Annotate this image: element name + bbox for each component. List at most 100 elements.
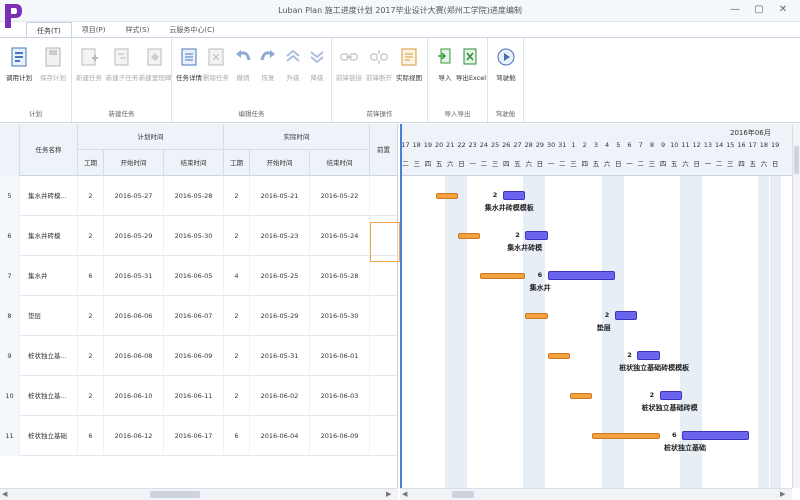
actual-bar[interactable] bbox=[525, 231, 548, 240]
table-hscrollbar[interactable]: ◀ ▶ bbox=[0, 488, 398, 500]
plan-bar[interactable] bbox=[435, 193, 458, 199]
task-name-cell[interactable]: 桩状独立基... bbox=[20, 336, 78, 376]
plan-duration-cell[interactable]: 2 bbox=[78, 216, 104, 256]
front-cell[interactable] bbox=[370, 296, 397, 336]
plan-end-cell[interactable]: 2016-06-17 bbox=[164, 416, 224, 456]
plan-start-cell[interactable]: 2016-05-29 bbox=[104, 216, 164, 256]
actual-end-cell[interactable]: 2016-06-01 bbox=[310, 336, 370, 376]
actual-bar[interactable] bbox=[637, 351, 660, 360]
actual-duration-header[interactable]: 工期 bbox=[224, 150, 250, 176]
plan-end-cell[interactable]: 2016-05-30 bbox=[164, 216, 224, 256]
actual-start-cell[interactable]: 2016-05-23 bbox=[250, 216, 310, 256]
actual-duration-cell[interactable]: 4 bbox=[224, 256, 250, 296]
row-number[interactable]: 8 bbox=[0, 296, 20, 336]
new-milestone-button[interactable]: 新建里程碑 bbox=[138, 46, 172, 82]
plan-start-cell[interactable]: 2016-06-06 bbox=[104, 296, 164, 336]
actual-start-header[interactable]: 开始时间 bbox=[250, 150, 310, 176]
scroll-left-icon[interactable]: ◀ bbox=[2, 490, 7, 498]
task-name-cell[interactable]: 桩状独立基... bbox=[20, 376, 78, 416]
export-excel-button[interactable]: 导出Excel bbox=[454, 46, 488, 82]
front-header[interactable]: 前置 bbox=[370, 124, 397, 176]
plan-start-cell[interactable]: 2016-06-12 bbox=[104, 416, 164, 456]
task-name-cell[interactable]: 垫层 bbox=[20, 296, 78, 336]
row-number[interactable]: 11 bbox=[0, 416, 20, 456]
actual-duration-cell[interactable]: 2 bbox=[224, 296, 250, 336]
actual-start-cell[interactable]: 2016-05-25 bbox=[250, 256, 310, 296]
actual-view-button[interactable]: 实际视图 bbox=[392, 46, 426, 82]
tab-cloud-center[interactable]: 云服务中心(C) bbox=[159, 22, 224, 38]
table-row[interactable]: 7 集水井 6 2016-05-31 2016-06-05 4 2016-05-25 2016… bbox=[0, 256, 397, 296]
new-task-button[interactable]: 新建任务 bbox=[72, 46, 106, 82]
new-subtask-button[interactable]: 新建子任务 bbox=[105, 46, 139, 82]
actual-duration-cell[interactable]: 2 bbox=[224, 376, 250, 416]
plan-start-header[interactable]: 开始时间 bbox=[104, 150, 164, 176]
tab-project[interactable]: 项目(P) bbox=[72, 22, 116, 38]
downgrade-button[interactable]: 降级 bbox=[300, 46, 334, 82]
actual-bar[interactable] bbox=[682, 431, 750, 440]
actual-end-header[interactable]: 结束时间 bbox=[310, 150, 370, 176]
row-number[interactable]: 10 bbox=[0, 376, 20, 416]
plan-start-cell[interactable]: 2016-06-10 bbox=[104, 376, 164, 416]
actual-bar[interactable] bbox=[659, 391, 682, 400]
actual-start-cell[interactable]: 2016-06-04 bbox=[250, 416, 310, 456]
plan-bar[interactable] bbox=[570, 393, 593, 399]
actual-bar[interactable] bbox=[614, 311, 638, 320]
table-row[interactable]: 6 集水井砖模 2 2016-05-29 2016-05-30 2 2016-05-23 20… bbox=[0, 216, 397, 256]
actual-duration-cell[interactable]: 2 bbox=[224, 176, 250, 216]
actual-end-cell[interactable]: 2016-05-30 bbox=[310, 296, 370, 336]
front-cell[interactable] bbox=[370, 336, 397, 376]
front-unlink-button[interactable]: 前锋断开 bbox=[362, 46, 396, 82]
actual-bar[interactable] bbox=[502, 191, 526, 200]
plan-end-cell[interactable]: 2016-06-05 bbox=[164, 256, 224, 296]
plan-duration-header[interactable]: 工期 bbox=[78, 150, 104, 176]
task-name-cell[interactable]: 桩状独立基础 bbox=[20, 416, 78, 456]
actual-end-cell[interactable]: 2016-06-09 bbox=[310, 416, 370, 456]
plan-end-cell[interactable]: 2016-06-09 bbox=[164, 336, 224, 376]
actual-start-cell[interactable]: 2016-05-21 bbox=[250, 176, 310, 216]
scroll-right-icon[interactable]: ▶ bbox=[386, 490, 391, 498]
task-name-header[interactable]: 任务名称 bbox=[20, 124, 78, 176]
plan-bar[interactable] bbox=[525, 313, 548, 319]
plan-end-cell[interactable]: 2016-06-11 bbox=[164, 376, 224, 416]
gantt-scroll-left-icon[interactable]: ◀ bbox=[402, 490, 407, 498]
table-row[interactable]: 9 桩状独立基... 2 2016-06-08 2016-06-09 2 2016-05-3… bbox=[0, 336, 397, 376]
plan-end-header[interactable]: 结束时间 bbox=[164, 150, 224, 176]
today-line[interactable] bbox=[400, 124, 402, 488]
save-plan-button[interactable]: 保存计划 bbox=[36, 46, 70, 82]
plan-bar[interactable] bbox=[592, 433, 660, 439]
task-name-cell[interactable]: 集水井 bbox=[20, 256, 78, 296]
gantt-vscroll-thumb[interactable] bbox=[794, 146, 799, 174]
gantt-vscrollbar[interactable] bbox=[792, 124, 800, 488]
actual-duration-cell[interactable]: 2 bbox=[224, 216, 250, 256]
row-number[interactable]: 6 bbox=[0, 216, 20, 256]
row-number[interactable]: 9 bbox=[0, 336, 20, 376]
front-cell[interactable] bbox=[370, 256, 397, 296]
plan-duration-cell[interactable]: 2 bbox=[78, 336, 104, 376]
plan-end-cell[interactable]: 2016-06-07 bbox=[164, 296, 224, 336]
maximize-button[interactable]: ▢ bbox=[750, 3, 768, 17]
front-cell[interactable] bbox=[370, 176, 397, 216]
close-button[interactable]: ✕ bbox=[774, 3, 792, 17]
actual-end-cell[interactable]: 2016-05-24 bbox=[310, 216, 370, 256]
tab-task[interactable]: 任务(T) bbox=[26, 22, 72, 38]
plan-start-cell[interactable]: 2016-06-08 bbox=[104, 336, 164, 376]
gantt-hscrollbar[interactable]: ◀ ▶ bbox=[400, 488, 792, 500]
actual-end-cell[interactable]: 2016-05-22 bbox=[310, 176, 370, 216]
plan-duration-cell[interactable]: 2 bbox=[78, 376, 104, 416]
table-row[interactable]: 10 桩状独立基... 2 2016-06-10 2016-06-11 2 2016-06-… bbox=[0, 376, 397, 416]
actual-bar[interactable] bbox=[547, 271, 615, 280]
plan-end-cell[interactable]: 2016-05-28 bbox=[164, 176, 224, 216]
plan-start-cell[interactable]: 2016-05-27 bbox=[104, 176, 164, 216]
actual-duration-cell[interactable]: 6 bbox=[224, 416, 250, 456]
actual-start-cell[interactable]: 2016-06-02 bbox=[250, 376, 310, 416]
actual-start-cell[interactable]: 2016-05-31 bbox=[250, 336, 310, 376]
plan-start-cell[interactable]: 2016-05-31 bbox=[104, 256, 164, 296]
plan-bar[interactable] bbox=[458, 233, 481, 239]
row-number[interactable]: 5 bbox=[0, 176, 20, 216]
actual-start-cell[interactable]: 2016-05-29 bbox=[250, 296, 310, 336]
table-row[interactable]: 5 集水井砖模... 2 2016-05-27 2016-05-28 2 2016-05-2… bbox=[0, 176, 397, 216]
selected-cell[interactable] bbox=[370, 222, 400, 262]
table-row[interactable]: 11 桩状独立基础 6 2016-06-12 2016-06-17 6 2016-06-04… bbox=[0, 416, 397, 456]
plan-duration-cell[interactable]: 2 bbox=[78, 176, 104, 216]
table-row[interactable]: 8 垫层 2 2016-06-06 2016-06-07 2 2016-05-29 2016-… bbox=[0, 296, 397, 336]
